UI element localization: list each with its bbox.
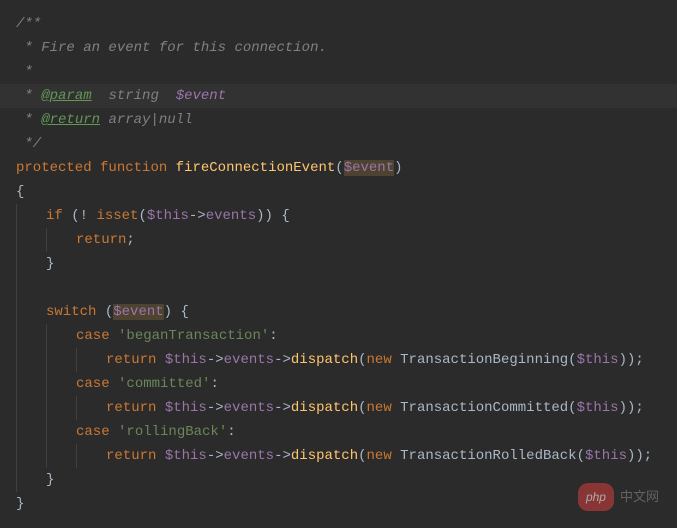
doc-desc: Fire an event for this connection. <box>41 40 327 56</box>
function-kw: function <box>100 160 167 176</box>
code-line <box>0 276 677 300</box>
return-kw: return <box>106 400 156 416</box>
code-line: return $this->events->dispatch(new Trans… <box>0 444 677 468</box>
function-name: fireConnectionEvent <box>176 160 336 176</box>
code-line: switch ($event) { <box>0 300 677 324</box>
doc-prefix: * <box>16 88 41 104</box>
case-label: 'rollingBack' <box>118 424 227 440</box>
code-line: case 'committed': <box>0 372 677 396</box>
doc-return-tag: @return <box>41 112 100 128</box>
class-name: TransactionBeginning <box>400 352 568 368</box>
code-line: } <box>0 492 677 516</box>
dispatch-method: dispatch <box>291 352 358 368</box>
open-brace: { <box>16 184 24 200</box>
code-line: * <box>0 60 677 84</box>
dispatch-method: dispatch <box>291 400 358 416</box>
code-line: */ <box>0 132 677 156</box>
code-line: } <box>0 252 677 276</box>
visibility-kw: protected <box>16 160 92 176</box>
doc-param-type: string <box>108 88 158 104</box>
doc-return-type: array <box>108 112 150 128</box>
watermark: php 中文网 <box>578 483 659 511</box>
case-kw: case <box>76 376 110 392</box>
doc-empty: * <box>16 64 33 80</box>
code-line-highlighted: * @param string $event <box>0 84 677 108</box>
events-prop: events <box>206 208 256 224</box>
code-line: * Fire an event for this connection. <box>0 36 677 60</box>
neg-op: ! <box>80 208 88 224</box>
arrow: -> <box>189 208 206 224</box>
watermark-badge: php <box>578 483 614 511</box>
return-kw: return <box>76 232 126 248</box>
code-line: protected function fireConnectionEvent($… <box>0 156 677 180</box>
code-line: { <box>0 180 677 204</box>
dispatch-method: dispatch <box>291 448 358 464</box>
if-kw: if <box>46 208 63 224</box>
case-kw: case <box>76 328 110 344</box>
doc-prefix: * <box>16 112 41 128</box>
code-line: /** <box>0 12 677 36</box>
class-name: TransactionRolledBack <box>400 448 576 464</box>
code-line: * @return array|null <box>0 108 677 132</box>
switch-kw: switch <box>46 304 96 320</box>
case-kw: case <box>76 424 110 440</box>
new-kw: new <box>367 448 392 464</box>
case-label: 'beganTransaction' <box>118 328 269 344</box>
doc-close: */ <box>16 136 41 152</box>
rparen: ) <box>394 160 402 176</box>
code-line: } <box>0 468 677 492</box>
return-kw: return <box>106 448 156 464</box>
class-name: TransactionCommitted <box>400 400 568 416</box>
code-line: return; <box>0 228 677 252</box>
new-kw: new <box>367 352 392 368</box>
this-var: $this <box>147 208 189 224</box>
code-line: return $this->events->dispatch(new Trans… <box>0 396 677 420</box>
doc-return-null: null <box>159 112 193 128</box>
switch-var: $event <box>113 304 163 320</box>
case-label: 'committed' <box>118 376 210 392</box>
lparen: ( <box>335 160 343 176</box>
close-brace: } <box>16 496 24 512</box>
return-kw: return <box>106 352 156 368</box>
semi: ; <box>126 232 134 248</box>
doc-pipe: | <box>150 112 158 128</box>
doc-prefix: * <box>16 40 41 56</box>
doc-param-tag: @param <box>41 88 91 104</box>
doc-param-var: $event <box>176 88 226 104</box>
code-line: if (! isset($this->events)) { <box>0 204 677 228</box>
param-var: $event <box>344 160 394 176</box>
doc-open: /** <box>16 16 41 32</box>
code-line: case 'rollingBack': <box>0 420 677 444</box>
watermark-text: 中文网 <box>620 485 659 509</box>
code-editor[interactable]: /** * Fire an event for this connection.… <box>0 0 677 528</box>
new-kw: new <box>367 400 392 416</box>
code-line: case 'beganTransaction': <box>0 324 677 348</box>
isset-kw: isset <box>96 208 138 224</box>
code-line: return $this->events->dispatch(new Trans… <box>0 348 677 372</box>
